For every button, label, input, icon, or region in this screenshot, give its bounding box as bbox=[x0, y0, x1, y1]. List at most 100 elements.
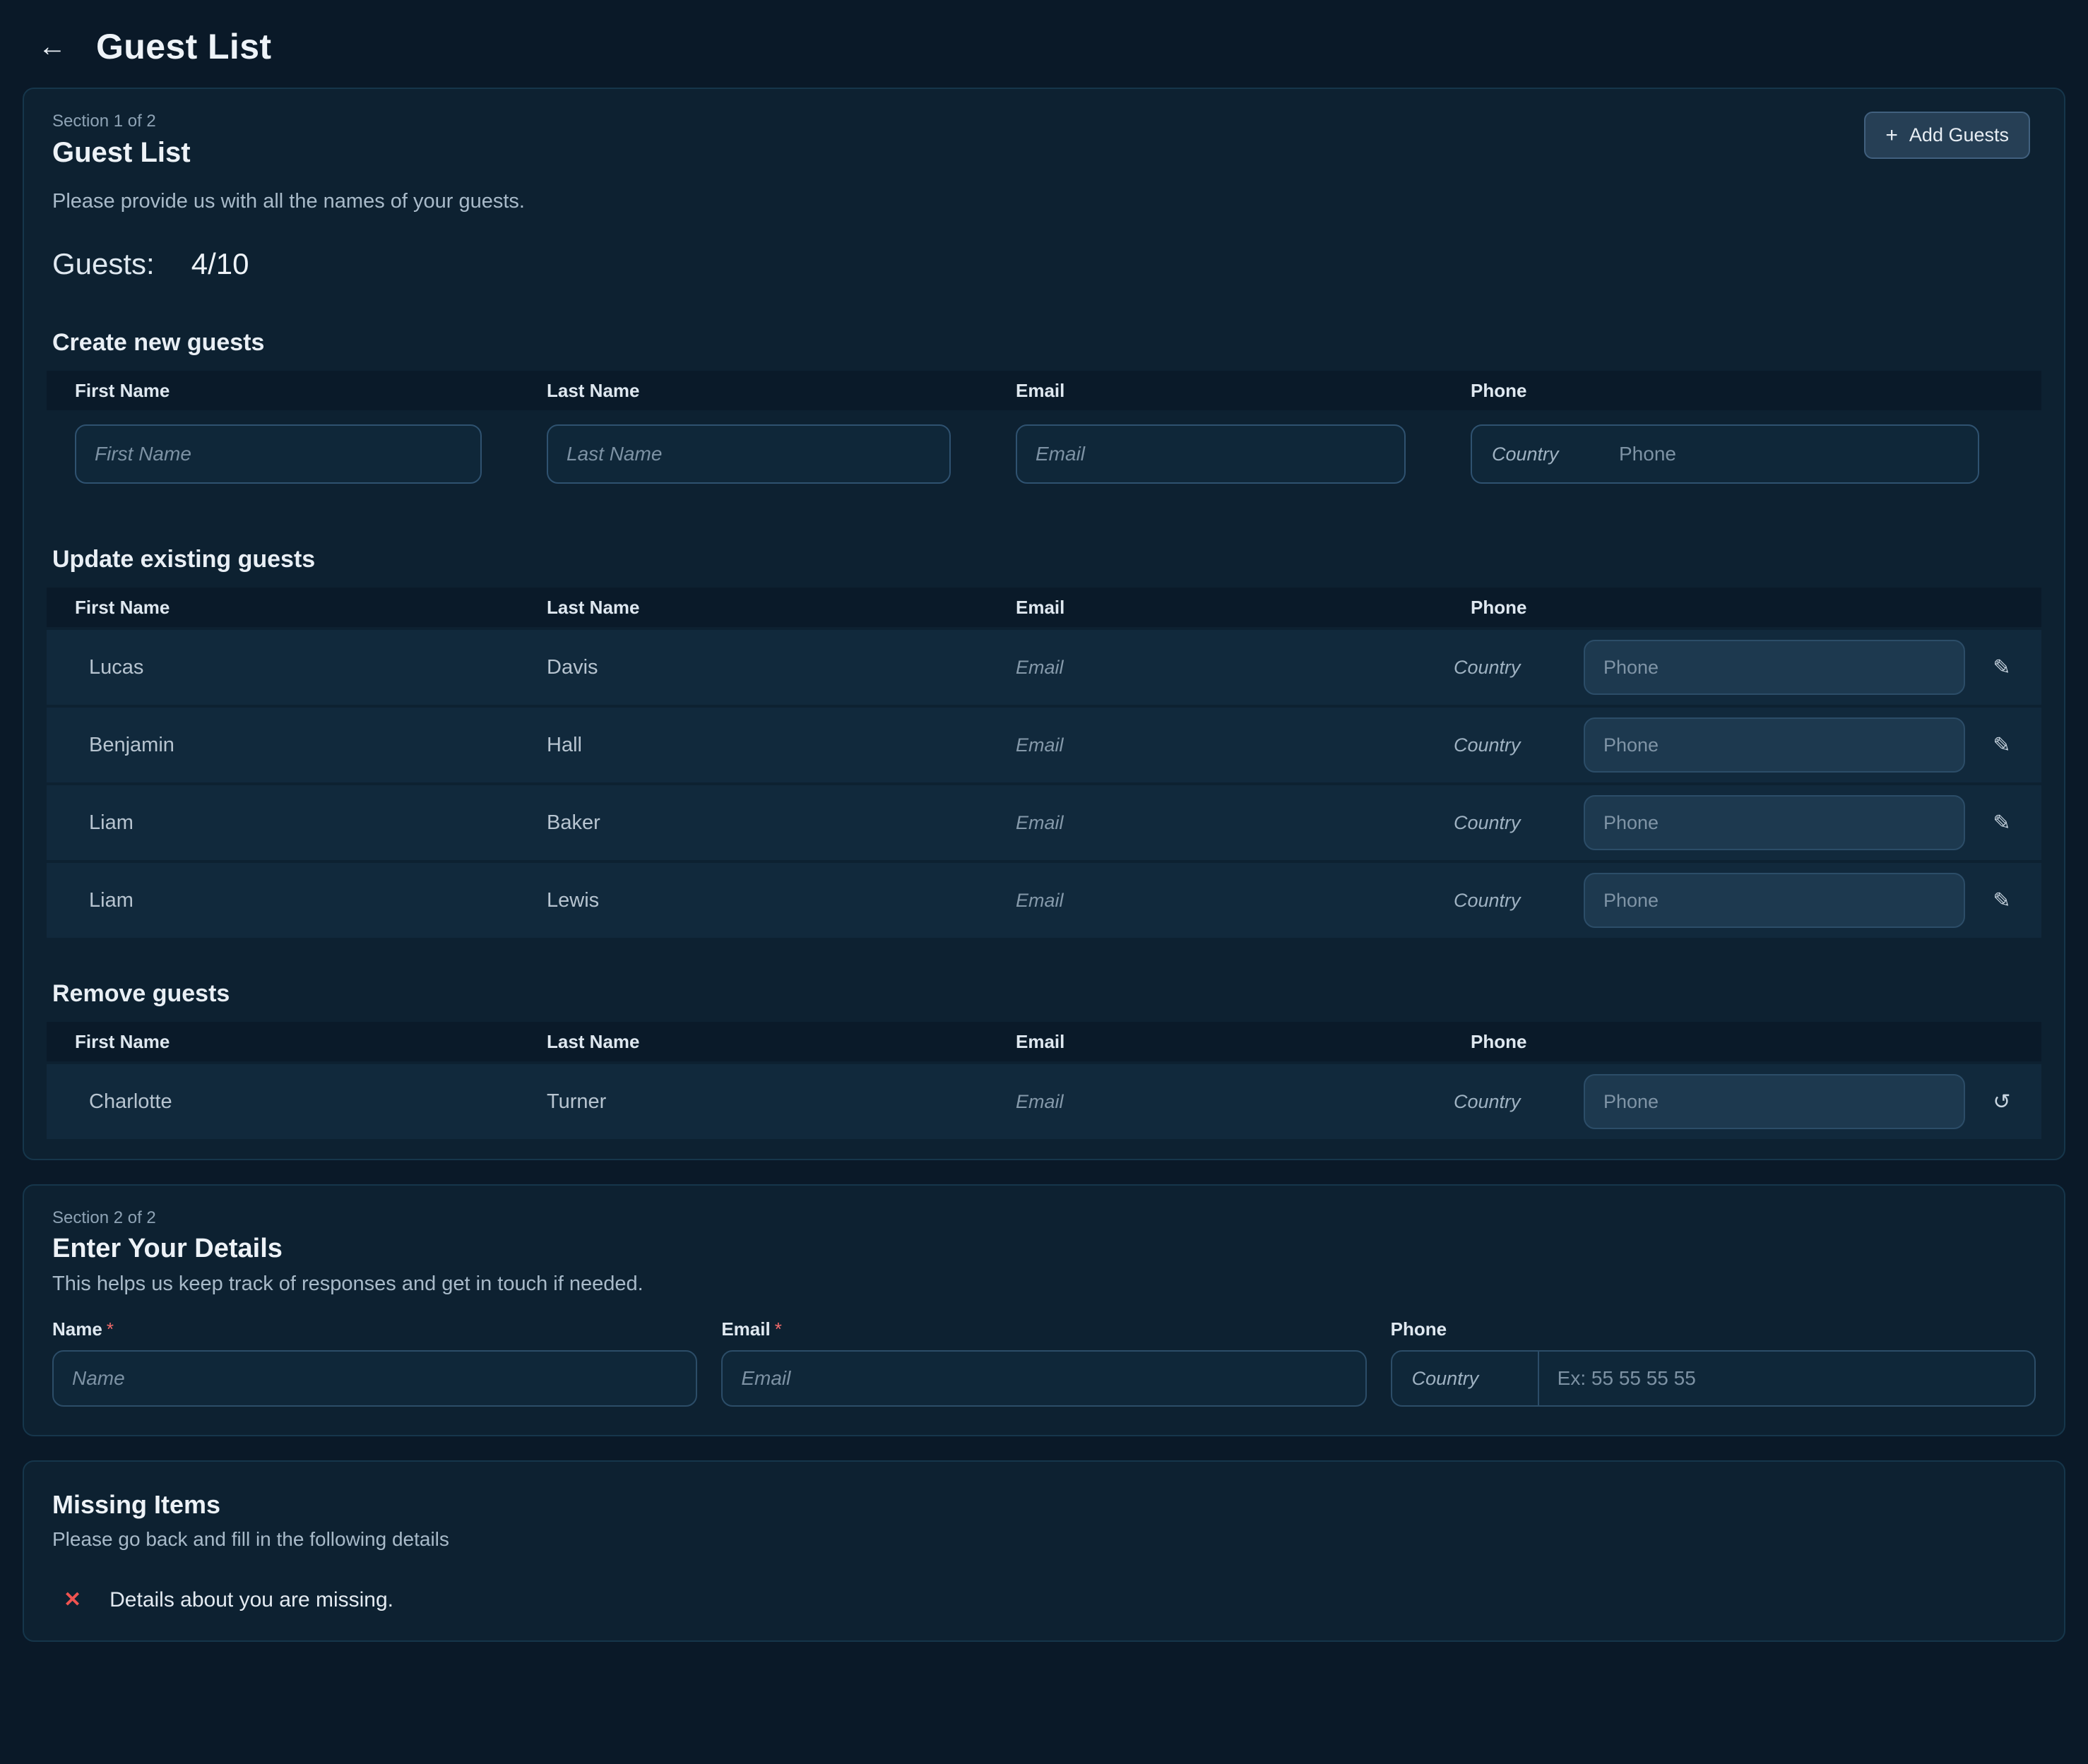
your-details-description: This helps us keep track of responses an… bbox=[52, 1273, 2036, 1296]
name-input[interactable] bbox=[52, 1350, 697, 1407]
email-label-text: Email bbox=[721, 1318, 770, 1340]
new-country-select[interactable]: Country bbox=[1472, 443, 1619, 465]
your-details-card: Section 2 of 2 Enter Your Details This h… bbox=[23, 1184, 2065, 1436]
email-field-group: Email* bbox=[721, 1318, 1366, 1407]
guest-phone-group: Country bbox=[1442, 785, 1974, 860]
email-input[interactable] bbox=[721, 1350, 1366, 1407]
guest-country-label: Country bbox=[1442, 734, 1584, 756]
guest-row: Liam Baker Email Country ✎ bbox=[47, 785, 2041, 860]
edit-guest-button[interactable]: ✎ bbox=[1979, 722, 2024, 768]
guest-row: Benjamin Hall Email Country ✎ bbox=[47, 708, 2041, 782]
pencil-icon: ✎ bbox=[1993, 733, 2010, 758]
guest-row: Liam Lewis Email Country ✎ bbox=[47, 863, 2041, 938]
guest-last-name: Davis bbox=[518, 656, 987, 679]
col-phone: Phone bbox=[1442, 1031, 1974, 1053]
undo-icon: ↺ bbox=[1993, 1090, 2010, 1114]
edit-guest-button[interactable]: ✎ bbox=[1979, 645, 2024, 690]
update-rows: Lucas Davis Email Country ✎ Benjamin Hal… bbox=[47, 630, 2041, 938]
phone-field-group: Phone Country bbox=[1391, 1318, 2036, 1407]
pencil-icon: ✎ bbox=[1993, 888, 2010, 913]
section-label: Section 1 of 2 bbox=[52, 112, 191, 131]
edit-guest-button[interactable]: ✎ bbox=[1979, 800, 2024, 845]
back-arrow-icon: ← bbox=[38, 31, 66, 63]
missing-items-description: Please go back and fill in the following… bbox=[52, 1528, 2036, 1551]
remove-rows: Charlotte Turner Email Country ↺ bbox=[47, 1064, 2041, 1139]
guest-email-placeholder: Email bbox=[987, 890, 1442, 912]
required-asterisk: * bbox=[107, 1318, 114, 1340]
create-guests-heading: Create new guests bbox=[52, 329, 2036, 357]
guest-last-name: Hall bbox=[518, 734, 987, 757]
error-x-icon: ✕ bbox=[64, 1587, 81, 1612]
col-last-name: Last Name bbox=[518, 597, 987, 619]
col-email: Email bbox=[987, 1031, 1442, 1053]
col-email: Email bbox=[987, 380, 1442, 402]
guest-first-name: Benjamin bbox=[47, 734, 518, 757]
new-phone-group: Country bbox=[1471, 424, 1979, 484]
guest-country-label: Country bbox=[1442, 1091, 1584, 1113]
guest-last-name: Baker bbox=[518, 811, 987, 835]
phone-label: Phone bbox=[1391, 1318, 2036, 1340]
phone-input-group: Country bbox=[1391, 1350, 2036, 1407]
guest-phone-group: Country bbox=[1442, 1064, 1974, 1139]
remove-guests-table: First Name Last Name Email Phone Charlot… bbox=[47, 1022, 2041, 1139]
col-first-name: First Name bbox=[47, 380, 518, 402]
email-label: Email* bbox=[721, 1318, 1366, 1340]
missing-item-text: Details about you are missing. bbox=[109, 1588, 393, 1612]
page-title: Guest List bbox=[96, 26, 271, 67]
guest-last-name: Lewis bbox=[518, 889, 987, 912]
update-table-header: First Name Last Name Email Phone bbox=[47, 588, 2041, 627]
guest-email-placeholder: Email bbox=[987, 734, 1442, 756]
col-last-name: Last Name bbox=[518, 1031, 987, 1053]
new-phone-input[interactable] bbox=[1619, 426, 1978, 482]
guest-phone-group: Country bbox=[1442, 863, 1974, 938]
guest-first-name: Liam bbox=[47, 889, 518, 912]
guest-phone-input[interactable] bbox=[1584, 717, 1965, 773]
col-first-name: First Name bbox=[47, 1031, 518, 1053]
guest-row: Lucas Davis Email Country ✎ bbox=[47, 630, 2041, 705]
restore-guest-button[interactable]: ↺ bbox=[1979, 1079, 2024, 1124]
guest-phone-group: Country bbox=[1442, 630, 1974, 705]
guests-label: Guests: bbox=[52, 247, 155, 281]
name-label: Name* bbox=[52, 1318, 697, 1340]
new-email-input[interactable] bbox=[1016, 424, 1406, 484]
col-phone: Phone bbox=[1442, 597, 1974, 619]
name-field-group: Name* bbox=[52, 1318, 697, 1407]
country-select[interactable]: Country bbox=[1392, 1352, 1539, 1405]
edit-guest-button[interactable]: ✎ bbox=[1979, 878, 2024, 923]
your-details-title: Enter Your Details bbox=[52, 1234, 2036, 1264]
new-first-name-input[interactable] bbox=[75, 424, 482, 484]
guest-country-label: Country bbox=[1442, 812, 1584, 834]
update-guests-heading: Update existing guests bbox=[52, 546, 2036, 573]
missing-items-title: Missing Items bbox=[52, 1490, 2036, 1520]
guest-country-label: Country bbox=[1442, 890, 1584, 912]
guest-row: Charlotte Turner Email Country ↺ bbox=[47, 1064, 2041, 1139]
remove-guests-heading: Remove guests bbox=[52, 980, 2036, 1008]
add-guests-label: Add Guests bbox=[1909, 124, 2009, 146]
guest-phone-input[interactable] bbox=[1584, 640, 1965, 695]
new-last-name-input[interactable] bbox=[547, 424, 951, 484]
back-button[interactable]: ← bbox=[31, 25, 73, 68]
col-phone: Phone bbox=[1442, 380, 2041, 402]
guest-list-description: Please provide us with all the names of … bbox=[24, 190, 2064, 213]
add-guests-button[interactable]: + Add Guests bbox=[1864, 112, 2030, 159]
phone-input[interactable] bbox=[1539, 1352, 2034, 1405]
guest-phone-input[interactable] bbox=[1584, 795, 1965, 850]
top-bar: ← Guest List bbox=[0, 0, 2088, 88]
guest-email-placeholder: Email bbox=[987, 657, 1442, 679]
guest-first-name: Lucas bbox=[47, 656, 518, 679]
col-email: Email bbox=[987, 597, 1442, 619]
guest-first-name: Liam bbox=[47, 811, 518, 835]
guest-list-card: Section 1 of 2 Guest List + Add Guests P… bbox=[23, 88, 2065, 1160]
guest-email-placeholder: Email bbox=[987, 812, 1442, 834]
remove-table-header: First Name Last Name Email Phone bbox=[47, 1022, 2041, 1061]
guest-phone-group: Country bbox=[1442, 708, 1974, 782]
guest-email-placeholder: Email bbox=[987, 1091, 1442, 1113]
create-guests-table: First Name Last Name Email Phone Country bbox=[47, 371, 2041, 503]
guest-phone-input[interactable] bbox=[1584, 1074, 1965, 1129]
pencil-icon: ✎ bbox=[1993, 811, 2010, 835]
guest-phone-input[interactable] bbox=[1584, 873, 1965, 928]
pencil-icon: ✎ bbox=[1993, 655, 2010, 680]
section-label: Section 2 of 2 bbox=[52, 1208, 2036, 1228]
create-table-header: First Name Last Name Email Phone bbox=[47, 371, 2041, 410]
name-label-text: Name bbox=[52, 1318, 102, 1340]
